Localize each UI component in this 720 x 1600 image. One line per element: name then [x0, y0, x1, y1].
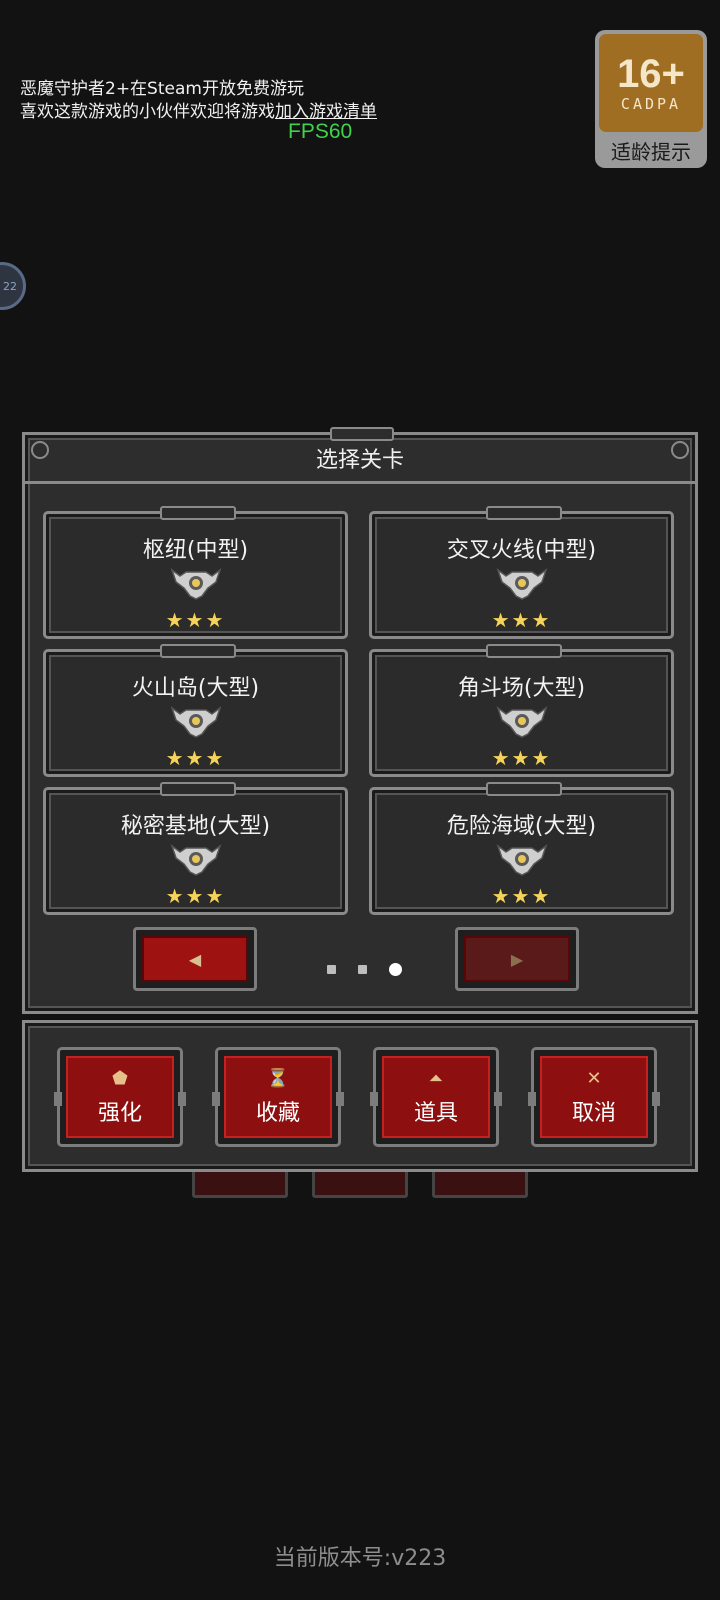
button-rivet [54, 1092, 62, 1106]
level-stars: ★★★ [165, 746, 226, 770]
button-rivet [528, 1092, 536, 1106]
shield-emblem-icon [170, 843, 221, 876]
button-rivet [494, 1092, 502, 1106]
level-stars: ★★★ [165, 884, 226, 908]
side-bubble-button[interactable]: 22 [0, 262, 26, 310]
card-ornament [485, 644, 562, 658]
button-rivet [370, 1092, 378, 1106]
close-icon: ✕ [586, 1068, 602, 1089]
level-stars: ★★★ [165, 608, 226, 632]
upgrade-button-label: 强化 [97, 1101, 142, 1126]
level-card[interactable]: 秘密基地(大型) ★★★ [43, 782, 348, 915]
button-rivet [178, 1092, 186, 1106]
promo-notice[interactable]: 恶魔守护者2+在Steam开放免费游玩 喜欢这款游戏的小伙伴欢迎将游戏加入游戏清… [20, 78, 377, 124]
age-rating-badge: 16+ CADPA 适龄提示 [595, 30, 707, 168]
level-name: 秘密基地(大型) [120, 814, 271, 839]
collection-button[interactable]: ⏳ 收藏 [212, 1047, 344, 1147]
level-card[interactable]: 交叉火线(中型) ★★★ [369, 506, 674, 639]
background-button [192, 1168, 288, 1198]
prev-page-button[interactable]: ◀ [133, 927, 257, 991]
button-rivet [652, 1092, 660, 1106]
level-name: 危险海域(大型) [446, 814, 597, 839]
background-button [432, 1168, 528, 1198]
potion-icon: ⏶ [428, 1068, 444, 1089]
cancel-button[interactable]: ✕ 取消 [528, 1047, 660, 1147]
level-stars: ★★★ [491, 746, 552, 770]
level-card[interactable]: 火山岛(大型) ★★★ [43, 644, 348, 777]
level-name: 火山岛(大型) [131, 676, 260, 701]
promo-line-1: 恶魔守护者2+在Steam开放免费游玩 [20, 79, 304, 99]
level-card[interactable]: 危险海域(大型) ★★★ [369, 782, 674, 915]
button-rivet [336, 1092, 344, 1106]
upgrade-button[interactable]: ⬟ 强化 [54, 1047, 186, 1147]
add-wishlist-link[interactable]: 加入游戏清单 [275, 102, 377, 122]
page-dot-active [388, 963, 402, 976]
shield-emblem-icon [496, 705, 547, 738]
trophy-icon: ⏳ [266, 1068, 290, 1089]
page-indicator [33, 963, 695, 976]
fps-counter: FPS60 [288, 120, 353, 143]
level-stars: ★★★ [491, 884, 552, 908]
shield-emblem-icon [496, 567, 547, 600]
collection-button-label: 收藏 [255, 1101, 300, 1126]
level-name: 枢纽(中型) [142, 538, 249, 563]
card-ornament [485, 506, 562, 520]
items-button-label: 道具 [413, 1101, 458, 1126]
age-rating-tip: 适龄提示 [611, 140, 691, 164]
button-rivet [212, 1092, 220, 1106]
cancel-button-label: 取消 [571, 1101, 616, 1126]
level-stars: ★★★ [491, 608, 552, 632]
background-button [312, 1168, 408, 1198]
shield-emblem-icon [496, 843, 547, 876]
action-bar: ⬟ 强化 ⏳ 收藏 ⏶ 道具 ✕ 取消 [22, 1020, 698, 1172]
shield-emblem-icon [170, 705, 221, 738]
arrow-right-icon: ▶ [464, 936, 570, 982]
card-ornament [485, 782, 562, 796]
side-bubble-label: 22 [3, 279, 17, 293]
upgrade-icon: ⬟ [112, 1068, 128, 1089]
promo-line-2-text: 喜欢这款游戏的小伙伴欢迎将游戏 [20, 102, 275, 122]
page-dot [357, 965, 367, 974]
page-dot [326, 965, 336, 974]
card-ornament [159, 506, 236, 520]
level-name: 交叉火线(中型) [446, 538, 597, 563]
level-card[interactable]: 角斗场(大型) ★★★ [369, 644, 674, 777]
dialog-title: 选择关卡 [25, 435, 695, 484]
card-ornament [159, 782, 236, 796]
level-select-dialog: 选择关卡 枢纽(中型) ★★★ 交叉火线(中型) ★★★ 火山岛(大型) ★★★… [22, 427, 698, 1014]
next-page-button[interactable]: ▶ [455, 927, 579, 991]
age-rating-value: 16+ [617, 52, 685, 96]
shield-emblem-icon [170, 567, 221, 600]
level-card[interactable]: 枢纽(中型) ★★★ [43, 506, 348, 639]
items-button[interactable]: ⏶ 道具 [370, 1047, 502, 1147]
age-rating-org: CADPA [620, 95, 682, 113]
level-name: 角斗场(大型) [457, 676, 586, 701]
version-label: 当前版本号:v223 [273, 1546, 447, 1571]
card-ornament [159, 644, 236, 658]
